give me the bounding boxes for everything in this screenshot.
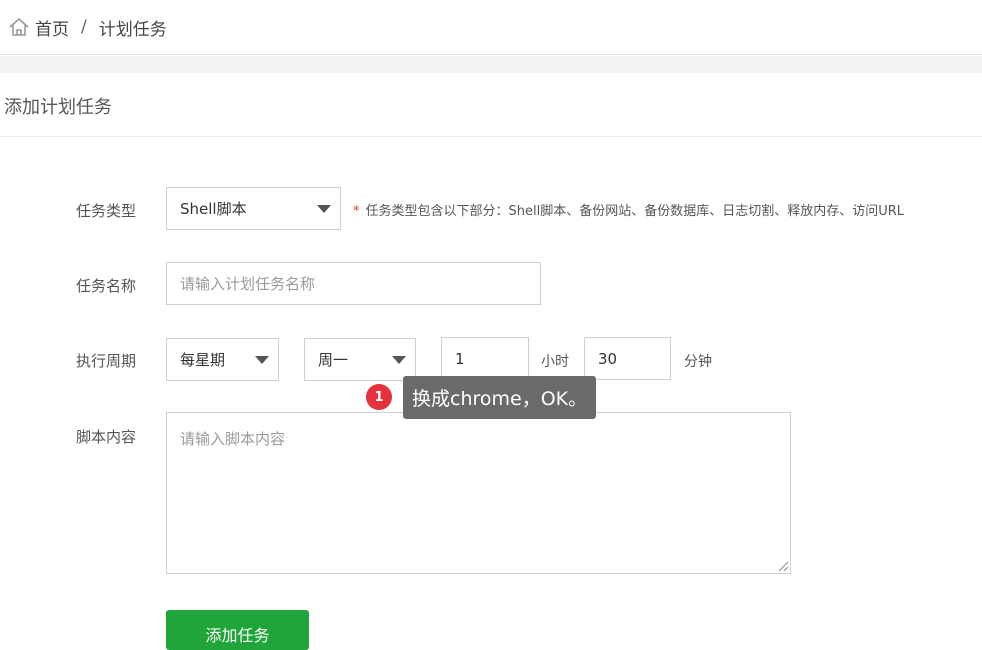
task-type-value: Shell脚本 <box>180 200 247 218</box>
annotation-tooltip: 换成chrome，OK。 <box>403 376 597 419</box>
hour-unit-label: 小时 <box>541 354 569 370</box>
script-label: 脚本内容 <box>76 428 137 446</box>
hour-input[interactable] <box>441 337 529 380</box>
breadcrumb-current: 计划任务 <box>98 19 167 40</box>
page-title: 添加计划任务 <box>4 97 112 118</box>
task-type-select[interactable]: Shell脚本 <box>166 187 341 230</box>
home-icon[interactable] <box>8 16 30 38</box>
cycle-period-select[interactable]: 每星期 <box>166 338 279 381</box>
weekday-select[interactable]: 周一 <box>304 338 416 381</box>
required-star: * <box>353 204 360 219</box>
title-divider <box>0 136 982 137</box>
breadcrumb-home[interactable]: 首页 <box>35 15 69 40</box>
annotation-badge[interactable]: 1 <box>366 384 392 410</box>
cycle-label: 执行周期 <box>76 352 137 370</box>
add-task-button[interactable]: 添加任务 <box>166 610 309 650</box>
task-name-label: 任务名称 <box>76 277 137 295</box>
chevron-down-icon <box>255 356 269 364</box>
breadcrumb: 首页 / 计划任务 <box>0 0 982 55</box>
page-divider-strip <box>0 56 982 73</box>
task-type-hint: * 任务类型包含以下部分：Shell脚本、备份网站、备份数据库、日志切割、释放内存… <box>353 200 904 219</box>
script-textarea[interactable] <box>166 412 791 574</box>
resize-grip-icon[interactable] <box>776 559 789 572</box>
minute-input[interactable] <box>584 337 671 380</box>
task-type-hint-text: 任务类型包含以下部分：Shell脚本、备份网站、备份数据库、日志切割、释放内存、… <box>365 204 905 219</box>
minute-unit-label: 分钟 <box>684 354 712 370</box>
weekday-value: 周一 <box>318 351 349 369</box>
task-type-label: 任务类型 <box>76 202 137 220</box>
chevron-down-icon <box>392 356 406 364</box>
chevron-down-icon <box>317 205 331 213</box>
cycle-period-value: 每星期 <box>180 351 226 369</box>
task-name-input[interactable] <box>166 262 541 305</box>
breadcrumb-separator: / <box>81 17 87 37</box>
